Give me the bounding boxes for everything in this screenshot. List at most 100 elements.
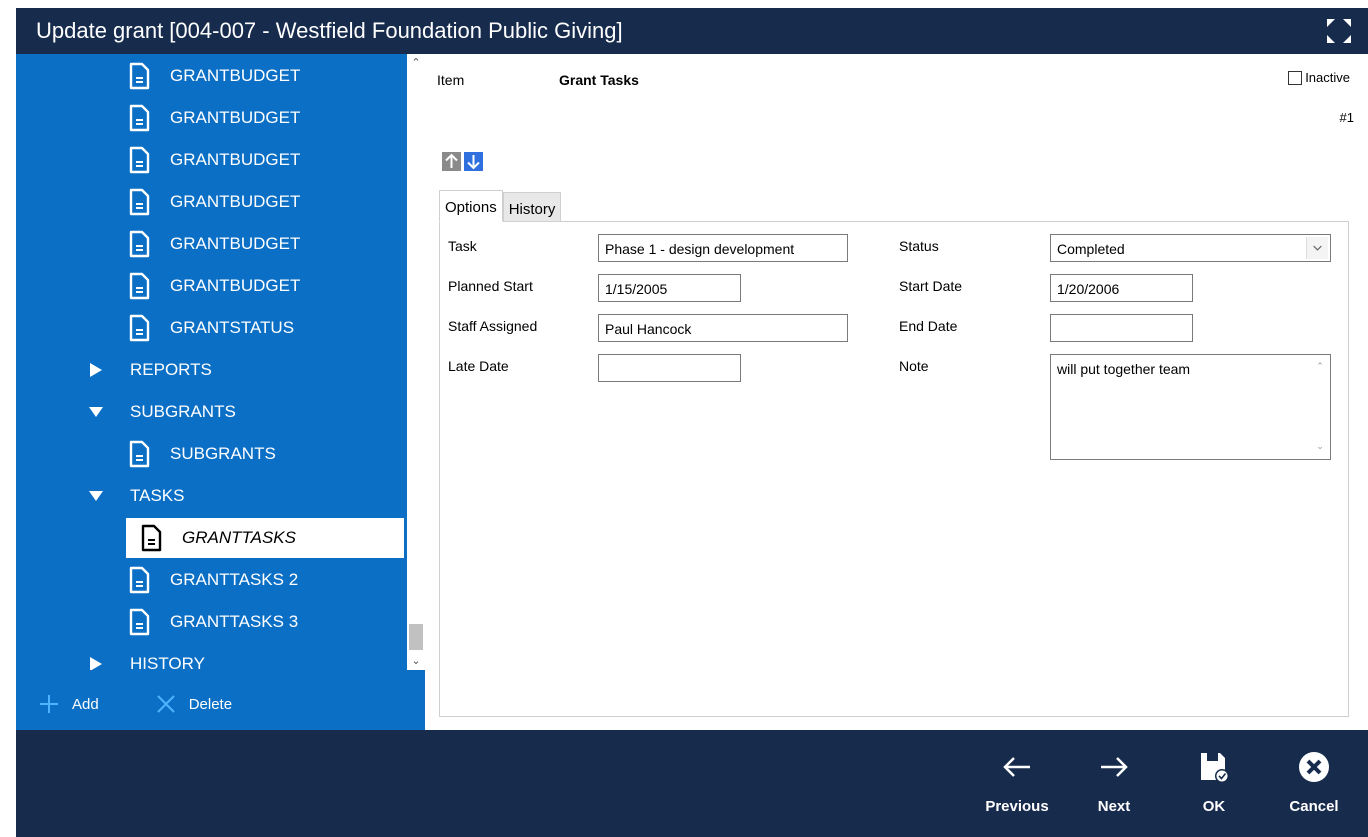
tree-item-label: HISTORY <box>130 654 205 670</box>
tree-item-label: GRANTTASKS 3 <box>170 612 299 631</box>
inactive-checkbox[interactable]: Inactive <box>1288 70 1350 85</box>
arrow-right-icon <box>1101 757 1128 777</box>
caret-down-icon[interactable] <box>88 488 104 504</box>
tree-item-grantbudget[interactable]: GRANTBUDGET <box>16 266 406 306</box>
scroll-up-icon[interactable]: ⌃ <box>407 54 425 72</box>
caret-right-icon[interactable] <box>88 362 104 378</box>
planned-start-field[interactable]: 1/15/2005 <box>598 274 741 302</box>
scroll-down-icon[interactable]: ⌄ <box>407 652 425 670</box>
caret-down-icon[interactable] <box>88 404 104 420</box>
end-date-field[interactable] <box>1050 314 1193 342</box>
checkbox-box[interactable] <box>1288 70 1303 85</box>
tree-item-tasks[interactable]: TASKS <box>16 476 406 516</box>
tree-item-subgrants[interactable]: SUBGRANTS <box>16 392 406 432</box>
delete-label: Delete <box>188 695 233 713</box>
chevron-down-icon[interactable]: ⌄ <box>1314 441 1326 453</box>
staff-assigned-field[interactable]: Paul Hancock <box>598 314 848 342</box>
ok-label: OK <box>1202 798 1226 815</box>
document-icon <box>129 146 150 174</box>
note-label: Note <box>899 358 929 374</box>
cancel-button[interactable]: Cancel <box>1269 750 1359 830</box>
sidebar: GRANTBUDGET GRANTBUDGET GRANTBUDGET GRANTBU… <box>16 54 425 730</box>
document-icon <box>129 230 150 258</box>
late-date-field[interactable] <box>598 354 741 382</box>
tree-item-label: GRANTBUDGET <box>170 66 301 85</box>
document-icon <box>141 524 162 552</box>
add-label: Add <box>72 695 99 713</box>
document-icon <box>129 608 150 636</box>
caret-right-icon[interactable] <box>88 656 104 670</box>
note-textarea[interactable]: will put together team ⌃ ⌄ <box>1050 354 1331 460</box>
note-value: will put together team <box>1057 361 1191 377</box>
window-title: Update grant [004-007 - Westfield Founda… <box>36 18 623 43</box>
tab-strip: Options History <box>439 190 562 222</box>
tree-item-label: SUBGRANTS <box>170 444 276 463</box>
document-icon <box>129 566 150 594</box>
tree-scrollbar[interactable]: ⌃ ⌄ <box>407 54 425 670</box>
move-down-button[interactable] <box>464 152 483 171</box>
options-panel: Task Phase 1 - design development Planne… <box>439 221 1349 717</box>
tree-item-label: GRANTBUDGET <box>170 276 301 295</box>
previous-button[interactable]: Previous <box>972 750 1062 830</box>
close-icon <box>156 695 175 713</box>
tree-item-label: GRANTTASKS 2 <box>170 570 299 589</box>
cancel-label: Cancel <box>1289 798 1339 815</box>
tree-item-granttasks-3[interactable]: GRANTTASKS 3 <box>16 602 406 642</box>
status-label: Status <box>899 238 939 254</box>
arrow-left-icon <box>1003 757 1030 777</box>
tree-item-label: GRANTSTATUS <box>170 318 295 337</box>
previous-label: Previous <box>985 798 1049 815</box>
delete-button[interactable]: Delete <box>155 693 232 715</box>
staff-assigned-label: Staff Assigned <box>448 318 538 334</box>
end-date-label: End Date <box>899 318 958 334</box>
tree-item-grantbudget[interactable]: GRANTBUDGET <box>16 98 406 138</box>
add-button[interactable]: Add <box>38 693 99 715</box>
record-number: #1 <box>1339 110 1354 125</box>
tree-item-subgrants[interactable]: SUBGRANTS <box>16 434 406 474</box>
document-icon <box>129 62 150 90</box>
tree-item-grantbudget[interactable]: GRANTBUDGET <box>16 140 406 180</box>
tree-item-history[interactable]: HISTORY <box>16 644 406 670</box>
scroll-thumb[interactable] <box>409 624 423 650</box>
plus-icon <box>40 695 58 713</box>
task-label: Task <box>448 238 477 254</box>
item-value: Grant Tasks <box>559 72 639 88</box>
tree-item-label: GRANTBUDGET <box>170 234 301 253</box>
item-label: Item <box>437 72 465 88</box>
document-icon <box>129 314 150 342</box>
ok-button[interactable]: OK <box>1169 750 1259 830</box>
status-select[interactable]: Completed <box>1050 234 1331 262</box>
tree-item-grantbudget[interactable]: GRANTBUDGET <box>16 56 406 96</box>
move-up-button[interactable] <box>442 152 461 171</box>
navigation-tree: GRANTBUDGET GRANTBUDGET GRANTBUDGET GRANTBU… <box>16 54 411 670</box>
task-field[interactable]: Phase 1 - design development <box>598 234 848 262</box>
document-icon <box>129 104 150 132</box>
tree-item-granttasks[interactable]: GRANTTASKS <box>126 518 404 558</box>
cancel-circle-icon <box>1299 752 1329 782</box>
tree-item-grantstatus[interactable]: GRANTSTATUS <box>16 308 406 348</box>
title-bar: Update grant [004-007 - Westfield Founda… <box>16 8 1368 54</box>
next-button[interactable]: Next <box>1069 750 1159 830</box>
next-label: Next <box>1097 798 1131 815</box>
chevron-down-icon[interactable] <box>1306 237 1328 259</box>
inactive-label: Inactive <box>1305 70 1350 85</box>
chevron-up-icon[interactable]: ⌃ <box>1314 361 1326 373</box>
tree-item-reports[interactable]: REPORTS <box>16 350 406 390</box>
start-date-field[interactable]: 1/20/2006 <box>1050 274 1193 302</box>
sidebar-actions: Add Delete <box>16 684 425 724</box>
tree-item-grantbudget[interactable]: GRANTBUDGET <box>16 224 406 264</box>
tab-history[interactable]: History <box>502 192 562 222</box>
tree-item-label: GRANTBUDGET <box>170 192 301 211</box>
tree-item-granttasks-2[interactable]: GRANTTASKS 2 <box>16 560 406 600</box>
tree-item-grantbudget[interactable]: GRANTBUDGET <box>16 182 406 222</box>
document-icon <box>129 272 150 300</box>
tab-options[interactable]: Options <box>439 190 503 222</box>
tree-item-label: GRANTTASKS <box>182 528 296 547</box>
bottom-action-bar: Previous Next OK Cancel <box>16 730 1368 837</box>
start-date-label: Start Date <box>899 278 963 294</box>
grant-window: Update grant [004-007 - Westfield Founda… <box>0 0 1368 837</box>
maximize-icon[interactable] <box>1324 16 1354 46</box>
tree-item-label: TASKS <box>130 486 185 505</box>
tree-item-label: GRANTBUDGET <box>170 150 301 169</box>
tree-item-label: GRANTBUDGET <box>170 108 301 127</box>
